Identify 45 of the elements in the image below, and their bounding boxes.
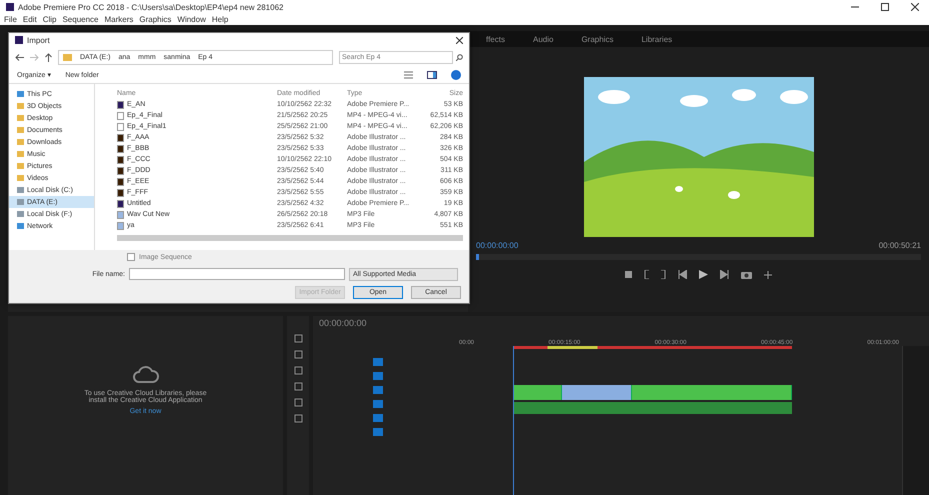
up-icon[interactable]: [45, 52, 52, 62]
dialog-title: Import: [27, 36, 50, 44]
cloud-icon: [132, 364, 160, 386]
step-back-icon[interactable]: [678, 270, 687, 279]
workspace-tab[interactable]: Audio: [532, 34, 554, 44]
timeline-timecode: 00:00:00:00: [318, 317, 368, 328]
video-clip[interactable]: [514, 385, 562, 400]
image-sequence-checkbox[interactable]: [127, 253, 135, 261]
menu-item[interactable]: Graphics: [139, 15, 172, 24]
menu-item[interactable]: Sequence: [62, 15, 98, 24]
video-clip[interactable]: [562, 385, 632, 400]
marker-icon[interactable]: [625, 271, 632, 278]
mark-in-icon[interactable]: [644, 270, 649, 279]
horizontal-scrollbar[interactable]: [117, 235, 463, 241]
window-title: Adobe Premiere Pro CC 2018 - C:\Users\sa\Desktop\EP4\ep4 new 281062: [18, 2, 284, 12]
camera-icon[interactable]: [741, 270, 752, 279]
folder-icon: [63, 54, 72, 60]
menu-item[interactable]: Clip: [42, 15, 56, 24]
menu-item[interactable]: Markers: [104, 15, 134, 24]
menu-item[interactable]: Edit: [22, 15, 37, 24]
help-icon[interactable]: [451, 70, 461, 80]
playhead-timecode: 00:00:00:00: [476, 241, 518, 250]
workspace-tab[interactable]: Libraries: [641, 34, 672, 44]
video-clip[interactable]: [632, 385, 792, 400]
preview-pane-icon[interactable]: [427, 71, 437, 79]
maximize-icon[interactable]: [881, 3, 889, 11]
mark-out-icon[interactable]: [661, 270, 666, 279]
workspace-tab[interactable]: Graphics: [581, 34, 614, 44]
close-icon[interactable]: [456, 36, 463, 44]
view-icon[interactable]: [404, 71, 413, 79]
app-icon: [15, 36, 23, 44]
menu-item[interactable]: File: [4, 15, 17, 24]
play-icon[interactable]: [699, 270, 708, 279]
close-icon[interactable]: [911, 3, 919, 11]
menu-item[interactable]: Window: [177, 15, 206, 24]
file-name-field[interactable]: [129, 268, 345, 280]
duration-timecode: 00:00:50:21: [878, 241, 921, 250]
plus-icon[interactable]: [764, 270, 772, 278]
step-forward-icon[interactable]: [720, 270, 729, 279]
app-icon: [6, 3, 14, 11]
menu-item[interactable]: Help: [212, 15, 228, 24]
audio-clip[interactable]: [514, 402, 792, 414]
workspace-tab[interactable]: ffects: [486, 34, 505, 44]
back-icon[interactable]: [15, 54, 24, 60]
search-icon: [456, 54, 463, 60]
